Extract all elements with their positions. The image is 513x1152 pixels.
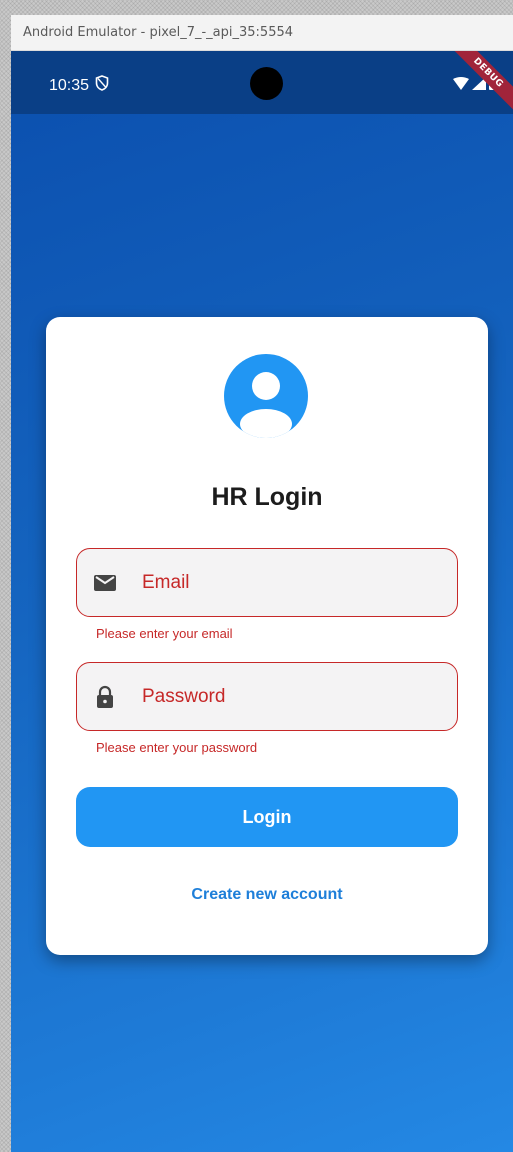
status-time: 10:35 [49, 76, 90, 94]
status-bar: 10:35 DEBUG [11, 51, 513, 118]
window-title: Android Emulator - pixel_7_-_api_35:5554 [23, 25, 294, 40]
email-icon [93, 571, 117, 595]
password-placeholder: Password [142, 686, 226, 707]
password-error: Please enter your password [96, 740, 258, 755]
password-field[interactable]: Password [76, 662, 458, 731]
lock-icon [93, 685, 117, 709]
email-error: Please enter your email [96, 626, 233, 641]
login-card: HR Login Email Please enter your email P… [46, 317, 488, 955]
emulator-window: Android Emulator - pixel_7_-_api_35:5554… [11, 15, 513, 1152]
email-field[interactable]: Email [76, 548, 458, 617]
camera-cutout [250, 67, 283, 100]
login-button[interactable]: Login [76, 787, 458, 847]
account-circle-icon [224, 354, 308, 438]
status-time-group: 10:35 [49, 75, 109, 96]
page-title: HR Login [211, 483, 323, 511]
wifi-icon [453, 76, 469, 95]
email-placeholder: Email [142, 572, 190, 593]
device-screen: 10:35 DEBUG HR Login Email Please enter … [11, 51, 513, 1152]
create-account-link[interactable]: Create new account [46, 886, 488, 904]
shield-icon [95, 75, 109, 96]
window-titlebar: Android Emulator - pixel_7_-_api_35:5554 [11, 15, 513, 51]
